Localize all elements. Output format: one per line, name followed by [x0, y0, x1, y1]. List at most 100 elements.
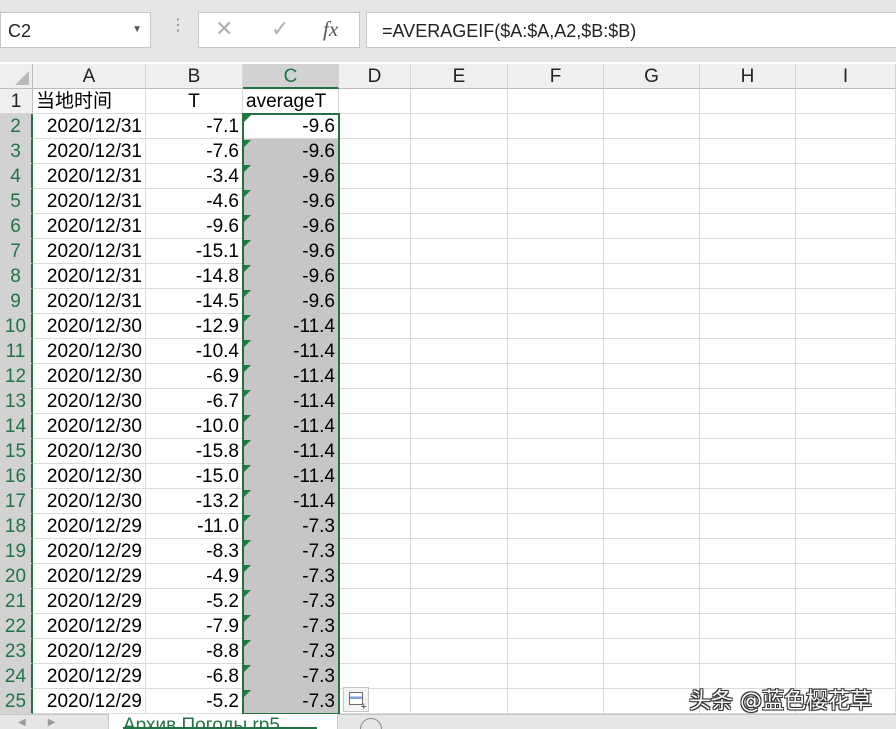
cell[interactable] [700, 189, 796, 214]
cell-c[interactable]: -7.3 [243, 589, 339, 614]
cell[interactable] [604, 614, 700, 639]
cell-c[interactable]: -7.3 [243, 614, 339, 639]
cell-b[interactable]: -9.6 [146, 214, 243, 239]
cell-b[interactable]: -6.9 [146, 364, 243, 389]
name-box[interactable]: C2 ▼ [0, 12, 151, 48]
cell[interactable] [339, 414, 411, 439]
row-header[interactable]: 8 [0, 264, 33, 289]
cell[interactable] [411, 389, 508, 414]
cell[interactable] [508, 589, 604, 614]
cell-b[interactable]: -3.4 [146, 164, 243, 189]
cell[interactable] [604, 339, 700, 364]
cell[interactable] [700, 139, 796, 164]
cell[interactable] [508, 314, 604, 339]
new-sheet-icon[interactable] [360, 718, 382, 729]
cell[interactable] [411, 489, 508, 514]
cell-b[interactable]: -5.2 [146, 689, 243, 714]
cell[interactable] [508, 89, 604, 114]
cell[interactable] [339, 164, 411, 189]
cell-c[interactable]: -7.3 [243, 639, 339, 664]
cell-b[interactable]: -14.8 [146, 264, 243, 289]
cell[interactable] [700, 539, 796, 564]
cell[interactable] [508, 439, 604, 464]
cell-a[interactable]: 2020/12/29 [33, 564, 146, 589]
cell[interactable] [339, 214, 411, 239]
cell[interactable] [339, 89, 411, 114]
row-header[interactable]: 15 [0, 439, 33, 464]
cell[interactable] [411, 589, 508, 614]
cell[interactable] [411, 264, 508, 289]
cell[interactable] [796, 264, 896, 289]
row-header[interactable]: 21 [0, 589, 33, 614]
cell[interactable] [339, 114, 411, 139]
drag-handle-icon[interactable]: ⋮ [170, 18, 186, 34]
cell[interactable] [508, 614, 604, 639]
enter-icon[interactable]: ✓ [271, 18, 289, 40]
cell-a[interactable]: 2020/12/31 [33, 289, 146, 314]
column-header-b[interactable]: B [146, 64, 243, 89]
cell[interactable] [604, 689, 700, 714]
cell[interactable] [604, 214, 700, 239]
cell-a[interactable]: 2020/12/29 [33, 589, 146, 614]
cell-c[interactable]: -11.4 [243, 364, 339, 389]
cell[interactable] [508, 514, 604, 539]
cell-b[interactable]: -7.9 [146, 614, 243, 639]
row-header[interactable]: 11 [0, 339, 33, 364]
cell[interactable] [604, 414, 700, 439]
cell-b[interactable]: -7.6 [146, 139, 243, 164]
cell[interactable] [796, 164, 896, 189]
cell[interactable] [700, 339, 796, 364]
row-header[interactable]: 6 [0, 214, 33, 239]
cell[interactable] [411, 414, 508, 439]
cell[interactable] [411, 614, 508, 639]
cell-c[interactable]: -11.4 [243, 389, 339, 414]
row-header[interactable]: 5 [0, 189, 33, 214]
cell-b[interactable]: -15.0 [146, 464, 243, 489]
row-header[interactable]: 9 [0, 289, 33, 314]
cell[interactable] [604, 239, 700, 264]
cell[interactable] [700, 89, 796, 114]
cell-b[interactable]: -12.9 [146, 314, 243, 339]
cell-a[interactable]: 2020/12/31 [33, 214, 146, 239]
row-header[interactable]: 7 [0, 239, 33, 264]
cell-b[interactable]: -11.0 [146, 514, 243, 539]
cell-c[interactable]: -11.4 [243, 414, 339, 439]
row-header[interactable]: 22 [0, 614, 33, 639]
cell[interactable] [508, 364, 604, 389]
cell-a[interactable]: 2020/12/30 [33, 439, 146, 464]
insert-function-icon[interactable]: fx [323, 19, 338, 40]
row-header[interactable]: 4 [0, 164, 33, 189]
column-header-f[interactable]: F [508, 64, 604, 89]
cell[interactable] [604, 114, 700, 139]
cell-b[interactable]: -14.5 [146, 289, 243, 314]
cell[interactable] [796, 639, 896, 664]
cell[interactable] [411, 189, 508, 214]
cell[interactable] [700, 289, 796, 314]
cell[interactable] [508, 214, 604, 239]
cell[interactable] [339, 639, 411, 664]
cell[interactable] [339, 564, 411, 589]
cell[interactable] [411, 139, 508, 164]
cell[interactable] [796, 314, 896, 339]
row-header[interactable]: 19 [0, 539, 33, 564]
cell[interactable] [508, 189, 604, 214]
cell[interactable] [604, 664, 700, 689]
row-header[interactable]: 16 [0, 464, 33, 489]
cell-c[interactable]: -11.4 [243, 489, 339, 514]
cell-c[interactable]: -9.6 [243, 114, 339, 139]
cell[interactable] [411, 564, 508, 589]
cell-a[interactable]: 2020/12/30 [33, 314, 146, 339]
cell[interactable] [339, 664, 411, 689]
cell[interactable] [796, 114, 896, 139]
cell-c[interactable]: -7.3 [243, 689, 339, 714]
cell-a[interactable]: 2020/12/29 [33, 639, 146, 664]
sheet-nav-arrows-icon[interactable]: ◀▶ [18, 717, 77, 728]
row-header[interactable]: 18 [0, 514, 33, 539]
cell-a[interactable]: 2020/12/30 [33, 364, 146, 389]
cell-a[interactable]: 2020/12/31 [33, 239, 146, 264]
select-all-button[interactable] [0, 64, 33, 89]
cell[interactable] [700, 264, 796, 289]
cell-b[interactable]: -15.8 [146, 439, 243, 464]
cell[interactable] [339, 339, 411, 364]
column-header-g[interactable]: G [604, 64, 700, 89]
